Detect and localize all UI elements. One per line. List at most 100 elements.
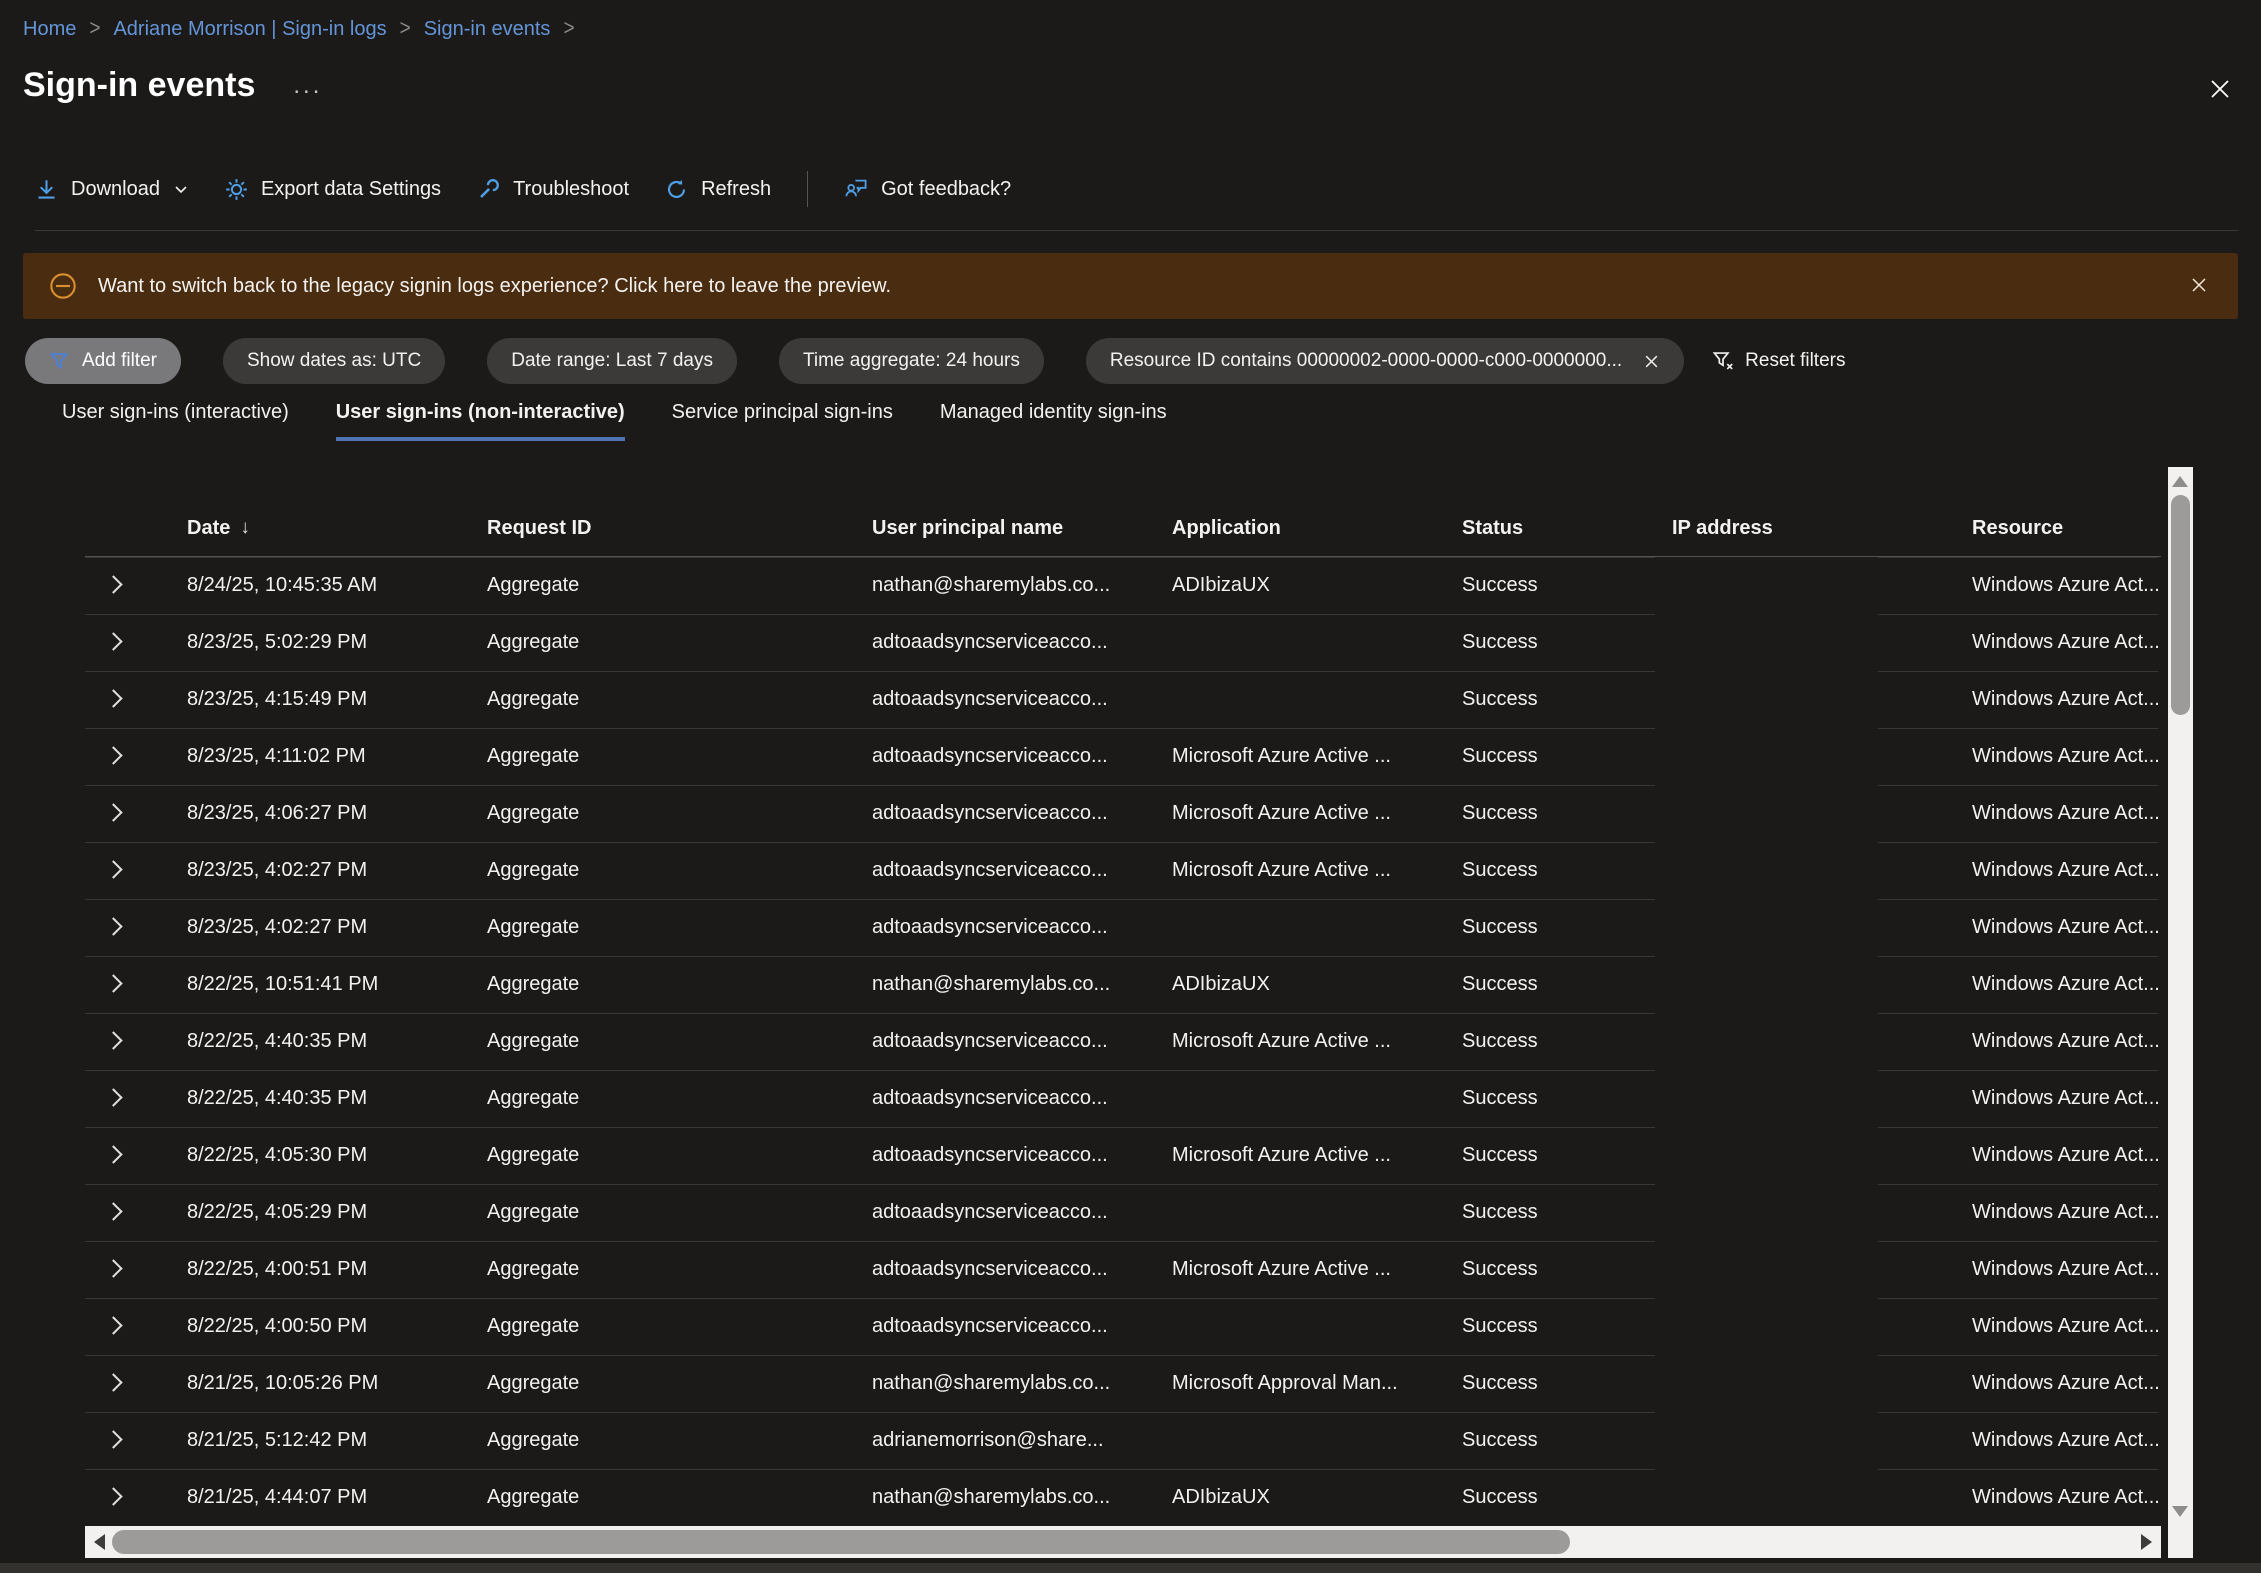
table-row[interactable]: 8/21/25, 4:44:07 PM Aggregate nathan@sha… bbox=[85, 1469, 2161, 1526]
show-dates-pill[interactable]: Show dates as: UTC bbox=[223, 338, 445, 384]
filter-funnel-icon bbox=[49, 351, 69, 371]
refresh-button[interactable]: Refresh bbox=[665, 178, 771, 201]
more-options-icon[interactable]: ... bbox=[293, 79, 322, 91]
breadcrumb-home[interactable]: Home bbox=[23, 18, 76, 41]
row-expand-button[interactable] bbox=[85, 745, 170, 768]
cell-resource: Windows Azure Act... bbox=[1955, 574, 2161, 597]
table-row[interactable]: 8/23/25, 4:02:27 PM Aggregate adtoaadsyn… bbox=[85, 842, 2161, 899]
row-expand-button[interactable] bbox=[85, 574, 170, 597]
table-row[interactable]: 8/22/25, 4:40:35 PM Aggregate adtoaadsyn… bbox=[85, 1070, 2161, 1127]
close-icon bbox=[2188, 274, 2210, 296]
preview-banner: Want to switch back to the legacy signin… bbox=[23, 253, 2238, 319]
chevron-right-icon bbox=[104, 1487, 122, 1505]
tab-service-principal-signins[interactable]: Service principal sign-ins bbox=[672, 401, 893, 441]
scroll-right-arrow-icon[interactable] bbox=[2141, 1534, 2152, 1550]
remove-filter-icon[interactable] bbox=[1643, 353, 1660, 370]
row-expand-button[interactable] bbox=[85, 1201, 170, 1224]
reset-filters-button[interactable]: Reset filters bbox=[1712, 350, 1845, 372]
table-row[interactable]: 8/23/25, 5:02:29 PM Aggregate adtoaadsyn… bbox=[85, 614, 2161, 671]
table-row[interactable]: 8/22/25, 4:40:35 PM Aggregate adtoaadsyn… bbox=[85, 1013, 2161, 1070]
cell-request-id: Aggregate bbox=[470, 1087, 855, 1110]
vertical-scrollbar[interactable] bbox=[2168, 467, 2193, 1526]
table-row[interactable]: 8/22/25, 4:05:29 PM Aggregate adtoaadsyn… bbox=[85, 1184, 2161, 1241]
cell-user-principal-name: nathan@sharemylabs.co... bbox=[855, 1486, 1155, 1509]
row-expand-button[interactable] bbox=[85, 1030, 170, 1053]
tab-user-signins-non-interactive[interactable]: User sign-ins (non-interactive) bbox=[336, 401, 625, 441]
vertical-scrollbar-thumb[interactable] bbox=[2171, 495, 2190, 715]
table-row[interactable]: 8/22/25, 4:00:50 PM Aggregate adtoaadsyn… bbox=[85, 1298, 2161, 1355]
scroll-up-arrow-icon[interactable] bbox=[2172, 476, 2188, 487]
cell-user-principal-name: nathan@sharemylabs.co... bbox=[855, 1372, 1155, 1395]
feedback-button[interactable]: Got feedback? bbox=[844, 177, 1011, 201]
cell-user-principal-name: adrianemorrison@share... bbox=[855, 1429, 1155, 1452]
column-header-request-id[interactable]: Request ID bbox=[470, 517, 855, 540]
page-header: Sign-in events ... bbox=[23, 60, 2261, 110]
horizontal-scrollbar[interactable] bbox=[85, 1526, 2161, 1558]
row-expand-button[interactable] bbox=[85, 1087, 170, 1110]
cell-status: Success bbox=[1445, 1429, 1655, 1452]
row-expand-button[interactable] bbox=[85, 1486, 170, 1509]
tab-managed-identity-signins[interactable]: Managed identity sign-ins bbox=[940, 401, 1167, 441]
table-row[interactable]: 8/23/25, 4:15:49 PM Aggregate adtoaadsyn… bbox=[85, 671, 2161, 728]
scroll-down-arrow-icon[interactable] bbox=[2172, 1506, 2188, 1517]
download-button[interactable]: Download bbox=[35, 178, 189, 201]
close-page-button[interactable] bbox=[2205, 74, 2235, 104]
cell-resource: Windows Azure Act... bbox=[1955, 631, 2161, 654]
column-header-resource[interactable]: Resource bbox=[1955, 517, 2161, 540]
cell-request-id: Aggregate bbox=[470, 1258, 855, 1281]
table-row[interactable]: 8/23/25, 4:06:27 PM Aggregate adtoaadsyn… bbox=[85, 785, 2161, 842]
cell-request-id: Aggregate bbox=[470, 1030, 855, 1053]
banner-close-button[interactable] bbox=[2188, 274, 2212, 298]
time-aggregate-pill[interactable]: Time aggregate: 24 hours bbox=[779, 338, 1044, 384]
cell-status: Success bbox=[1445, 1087, 1655, 1110]
column-header-date[interactable]: Date ↓ bbox=[170, 517, 470, 540]
table-row[interactable]: 8/22/25, 10:51:41 PM Aggregate nathan@sh… bbox=[85, 956, 2161, 1013]
breadcrumb-signin-logs[interactable]: Adriane Morrison | Sign-in logs bbox=[113, 18, 386, 41]
cell-status: Success bbox=[1445, 688, 1655, 711]
table-row[interactable]: 8/23/25, 4:11:02 PM Aggregate adtoaadsyn… bbox=[85, 728, 2161, 785]
tab-user-signins-interactive[interactable]: User sign-ins (interactive) bbox=[62, 401, 289, 441]
banner-text[interactable]: Want to switch back to the legacy signin… bbox=[98, 275, 891, 298]
row-expand-button[interactable] bbox=[85, 916, 170, 939]
table-row[interactable]: 8/21/25, 10:05:26 PM Aggregate nathan@sh… bbox=[85, 1355, 2161, 1412]
column-header-user-principal-name[interactable]: User principal name bbox=[855, 517, 1155, 540]
add-filter-button[interactable]: Add filter bbox=[25, 338, 181, 384]
row-expand-button[interactable] bbox=[85, 859, 170, 882]
horizontal-scrollbar-thumb[interactable] bbox=[112, 1530, 1570, 1554]
column-header-application[interactable]: Application bbox=[1155, 517, 1445, 540]
resource-id-filter-label: Resource ID contains 00000002-0000-0000-… bbox=[1110, 350, 1622, 372]
troubleshoot-button[interactable]: Troubleshoot bbox=[477, 178, 629, 201]
cell-date: 8/23/25, 5:02:29 PM bbox=[170, 631, 470, 654]
row-expand-button[interactable] bbox=[85, 1315, 170, 1338]
table-row[interactable]: 8/21/25, 5:12:42 PM Aggregate adrianemor… bbox=[85, 1412, 2161, 1469]
table-row[interactable]: 8/22/25, 4:00:51 PM Aggregate adtoaadsyn… bbox=[85, 1241, 2161, 1298]
row-expand-button[interactable] bbox=[85, 1258, 170, 1281]
cell-user-principal-name: adtoaadsyncserviceacco... bbox=[855, 688, 1155, 711]
add-filter-label: Add filter bbox=[82, 350, 157, 372]
date-range-pill[interactable]: Date range: Last 7 days bbox=[487, 338, 737, 384]
export-data-settings-button[interactable]: Export data Settings bbox=[225, 178, 441, 201]
table-row[interactable]: 8/23/25, 4:02:27 PM Aggregate adtoaadsyn… bbox=[85, 899, 2161, 956]
resource-id-pill[interactable]: Resource ID contains 00000002-0000-0000-… bbox=[1086, 338, 1684, 384]
row-expand-button[interactable] bbox=[85, 973, 170, 996]
column-header-status[interactable]: Status bbox=[1445, 517, 1655, 540]
scroll-left-arrow-icon[interactable] bbox=[94, 1534, 105, 1550]
table-row[interactable]: 8/22/25, 4:05:30 PM Aggregate adtoaadsyn… bbox=[85, 1127, 2161, 1184]
row-expand-button[interactable] bbox=[85, 1429, 170, 1452]
cell-status: Success bbox=[1445, 1258, 1655, 1281]
breadcrumb-signin-events[interactable]: Sign-in events bbox=[424, 18, 551, 41]
row-expand-button[interactable] bbox=[85, 802, 170, 825]
column-header-ip-address[interactable]: IP address bbox=[1655, 517, 1955, 540]
row-expand-button[interactable] bbox=[85, 1372, 170, 1395]
cell-request-id: Aggregate bbox=[470, 1144, 855, 1167]
cell-request-id: Aggregate bbox=[470, 745, 855, 768]
chevron-right-icon bbox=[104, 1202, 122, 1220]
cell-request-id: Aggregate bbox=[470, 973, 855, 996]
cell-resource: Windows Azure Act... bbox=[1955, 745, 2161, 768]
row-expand-button[interactable] bbox=[85, 688, 170, 711]
cell-request-id: Aggregate bbox=[470, 574, 855, 597]
chevron-right-icon bbox=[104, 860, 122, 878]
table-row[interactable]: 8/24/25, 10:45:35 AM Aggregate nathan@sh… bbox=[85, 557, 2161, 614]
row-expand-button[interactable] bbox=[85, 1144, 170, 1167]
row-expand-button[interactable] bbox=[85, 631, 170, 654]
